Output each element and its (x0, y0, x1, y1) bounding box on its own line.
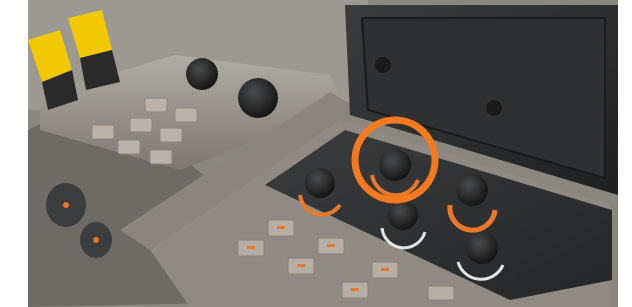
tractor-console-photo (0, 0, 632, 307)
screen-screw-2 (486, 100, 502, 116)
left-button-led-2 (93, 237, 99, 243)
right-margin (618, 0, 632, 307)
left-button-led-1 (63, 202, 69, 208)
console-illustration (0, 0, 632, 307)
screen-screw-1 (375, 57, 391, 73)
upper-knob-2 (238, 78, 278, 118)
upper-knob-1 (186, 58, 218, 90)
